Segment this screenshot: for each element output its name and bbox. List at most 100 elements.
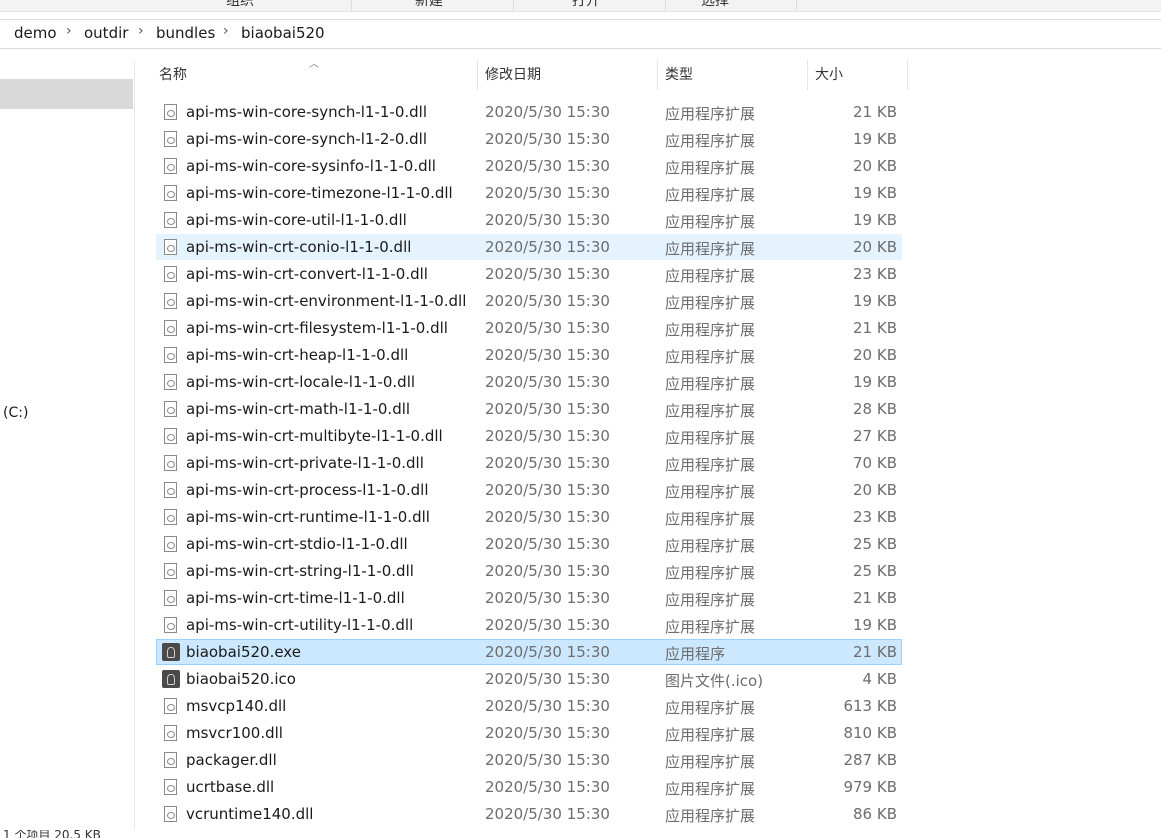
table-row[interactable]: api-ms-win-crt-private-l1-1-0.dll 2020/5/… xyxy=(156,450,902,476)
file-name: api-ms-win-crt-conio-l1-1-0.dll xyxy=(186,238,412,256)
table-row[interactable]: api-ms-win-crt-stdio-l1-1-0.dll 2020/5/30… xyxy=(156,531,902,557)
dll-file-icon xyxy=(164,725,177,741)
file-type: 应用程序扩展 xyxy=(665,105,756,123)
chevron-right-icon[interactable]: › xyxy=(66,23,72,39)
table-row[interactable]: api-ms-win-core-synch-l1-2-0.dll 2020/5/3… xyxy=(156,126,902,152)
dll-file-icon xyxy=(164,806,177,822)
file-name: api-ms-win-crt-multibyte-l1-1-0.dll xyxy=(186,427,443,445)
ribbon-group-open[interactable]: 打开 xyxy=(514,0,666,11)
ribbon-group-new[interactable]: 新建 xyxy=(352,0,514,11)
file-size: 4 KB xyxy=(862,670,897,688)
chevron-right-icon[interactable]: › xyxy=(138,23,144,39)
file-modified-date: 2020/5/30 15:30 xyxy=(485,346,610,364)
dll-file-icon xyxy=(164,320,177,336)
file-size: 19 KB xyxy=(853,211,897,229)
file-size: 20 KB xyxy=(853,481,897,499)
file-modified-date: 2020/5/30 15:30 xyxy=(485,508,610,526)
table-row[interactable]: msvcr100.dll 2020/5/30 15:30 应用程序扩展 810 KB xyxy=(156,720,902,746)
column-resize-handle[interactable] xyxy=(907,60,908,90)
file-modified-date: 2020/5/30 15:30 xyxy=(485,130,610,148)
ribbon-label-open: 打开 xyxy=(572,0,600,9)
dll-file-icon xyxy=(164,347,177,363)
nav-pane-divider[interactable] xyxy=(134,60,135,830)
dll-file-icon xyxy=(164,428,177,444)
table-row[interactable]: api-ms-win-crt-process-l1-1-0.dll 2020/5/… xyxy=(156,477,902,503)
dll-file-icon xyxy=(164,482,177,498)
chevron-right-icon[interactable]: › xyxy=(223,23,229,39)
table-row[interactable]: api-ms-win-core-synch-l1-1-0.dll 2020/5/3… xyxy=(156,99,902,125)
file-modified-date: 2020/5/30 15:30 xyxy=(485,643,610,661)
table-row[interactable]: api-ms-win-core-sysinfo-l1-1-0.dll 2020/5… xyxy=(156,153,902,179)
table-row[interactable]: api-ms-win-crt-conio-l1-1-0.dll 2020/5/30… xyxy=(156,234,902,260)
dll-file-icon xyxy=(164,293,177,309)
file-type: 应用程序扩展 xyxy=(665,186,756,204)
file-size: 86 KB xyxy=(853,805,897,823)
file-name: api-ms-win-crt-stdio-l1-1-0.dll xyxy=(186,535,408,553)
table-row[interactable]: api-ms-win-crt-math-l1-1-0.dll 2020/5/30 … xyxy=(156,396,902,422)
ribbon-group-select[interactable]: 选择 xyxy=(666,0,797,11)
dll-file-icon xyxy=(164,779,177,795)
file-modified-date: 2020/5/30 15:30 xyxy=(485,562,610,580)
table-row[interactable]: biaobai520.exe 2020/5/30 15:30 应用程序 21 KB xyxy=(156,639,902,665)
nav-selected-item[interactable] xyxy=(0,79,133,109)
breadcrumb-biaobai520[interactable]: biaobai520 xyxy=(241,24,325,42)
table-row[interactable]: api-ms-win-crt-environment-l1-1-0.dll 202… xyxy=(156,288,902,314)
breadcrumb-bundles[interactable]: bundles xyxy=(156,24,215,42)
file-size: 25 KB xyxy=(853,562,897,580)
file-type: 应用程序扩展 xyxy=(665,564,756,582)
file-modified-date: 2020/5/30 15:30 xyxy=(485,535,610,553)
table-row-partial[interactable] xyxy=(156,85,902,92)
table-row[interactable]: vcruntime140.dll 2020/5/30 15:30 应用程序扩展 86 … xyxy=(156,801,902,827)
table-row[interactable]: api-ms-win-crt-time-l1-1-0.dll 2020/5/30 … xyxy=(156,585,902,611)
table-row[interactable]: api-ms-win-crt-convert-l1-1-0.dll 2020/5/… xyxy=(156,261,902,287)
column-header-name-label: 名称 xyxy=(159,67,187,83)
dll-file-icon xyxy=(164,752,177,768)
status-bar: 1 个项目 20.5 KB xyxy=(0,830,1161,838)
table-row[interactable]: api-ms-win-crt-runtime-l1-1-0.dll 2020/5/… xyxy=(156,504,902,530)
table-row[interactable]: api-ms-win-crt-multibyte-l1-1-0.dll 2020/… xyxy=(156,423,902,449)
file-size: 21 KB xyxy=(853,643,897,661)
dll-file-icon xyxy=(164,617,177,633)
status-text: 1 个项目 20.5 KB xyxy=(3,830,101,838)
file-modified-date: 2020/5/30 15:30 xyxy=(485,103,610,121)
file-modified-date: 2020/5/30 15:30 xyxy=(485,481,610,499)
file-size: 20 KB xyxy=(853,238,897,256)
file-size: 25 KB xyxy=(853,535,897,553)
dll-file-icon xyxy=(164,185,177,201)
file-type: 应用程序扩展 xyxy=(665,510,756,528)
nav-drive-c[interactable]: (C:) xyxy=(3,405,28,421)
file-name: api-ms-win-crt-utility-l1-1-0.dll xyxy=(186,616,414,634)
file-modified-date: 2020/5/30 15:30 xyxy=(485,373,610,391)
file-modified-date: 2020/5/30 15:30 xyxy=(485,184,610,202)
dll-file-icon xyxy=(164,131,177,147)
file-modified-date: 2020/5/30 15:30 xyxy=(485,400,610,418)
file-size: 19 KB xyxy=(853,616,897,634)
table-row[interactable]: biaobai520.ico 2020/5/30 15:30 图片文件(.ico) 4… xyxy=(156,666,902,692)
table-row[interactable]: api-ms-win-core-util-l1-1-0.dll 2020/5/30… xyxy=(156,207,902,233)
file-type: 应用程序扩展 xyxy=(665,456,756,474)
file-name: api-ms-win-crt-runtime-l1-1-0.dll xyxy=(186,508,430,526)
address-bar[interactable]: demo › outdir › bundles › biaobai520 xyxy=(0,19,1161,49)
table-row[interactable]: msvcp140.dll 2020/5/30 15:30 应用程序扩展 613 KB xyxy=(156,693,902,719)
table-row[interactable]: api-ms-win-core-timezone-l1-1-0.dll 2020/… xyxy=(156,180,902,206)
dll-file-icon xyxy=(164,158,177,174)
file-type: 应用程序扩展 xyxy=(665,429,756,447)
table-row[interactable]: api-ms-win-crt-utility-l1-1-0.dll 2020/5/… xyxy=(156,612,902,638)
breadcrumb-outdir[interactable]: outdir xyxy=(84,24,128,42)
breadcrumb-demo[interactable]: demo xyxy=(14,24,57,42)
table-row[interactable]: api-ms-win-crt-filesystem-l1-1-0.dll 2020… xyxy=(156,315,902,341)
file-name: api-ms-win-crt-math-l1-1-0.dll xyxy=(186,400,411,418)
file-type: 应用程序扩展 xyxy=(665,267,756,285)
table-row[interactable]: api-ms-win-crt-heap-l1-1-0.dll 2020/5/30 … xyxy=(156,342,902,368)
file-name: api-ms-win-crt-convert-l1-1-0.dll xyxy=(186,265,428,283)
file-modified-date: 2020/5/30 15:30 xyxy=(485,751,610,769)
table-row[interactable]: ucrtbase.dll 2020/5/30 15:30 应用程序扩展 979 KB xyxy=(156,774,902,800)
ribbon-label-select: 选择 xyxy=(701,0,729,9)
table-row[interactable]: packager.dll 2020/5/30 15:30 应用程序扩展 287 KB xyxy=(156,747,902,773)
file-modified-date: 2020/5/30 15:30 xyxy=(485,805,610,823)
file-modified-date: 2020/5/30 15:30 xyxy=(485,211,610,229)
table-row[interactable]: api-ms-win-crt-string-l1-1-0.dll 2020/5/3… xyxy=(156,558,902,584)
ribbon-group-organize[interactable]: 组织 xyxy=(0,0,352,11)
table-row[interactable]: api-ms-win-crt-locale-l1-1-0.dll 2020/5/3… xyxy=(156,369,902,395)
column-header-type-label: 类型 xyxy=(665,67,693,83)
